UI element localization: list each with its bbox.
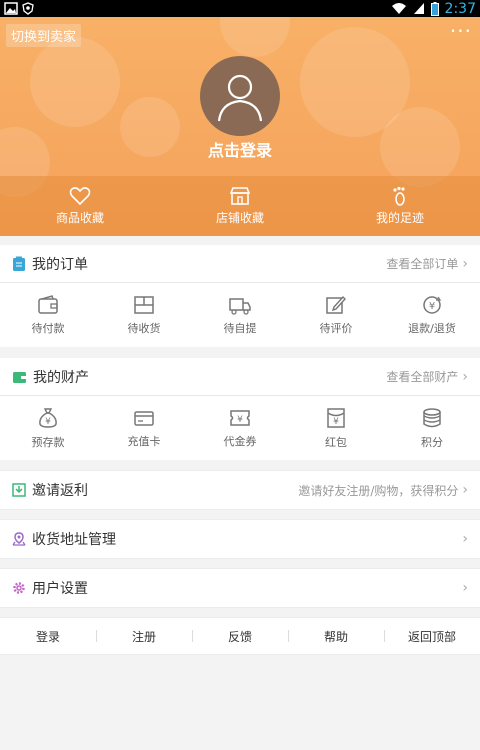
- user-silhouette-icon: [217, 74, 263, 122]
- order-pending-pickup[interactable]: 待自提: [192, 283, 288, 347]
- store-icon: [229, 187, 251, 205]
- chevron-right-icon: ›: [462, 482, 468, 498]
- tab-label: 我的足迹: [375, 211, 424, 225]
- view-all-orders-link[interactable]: 查看全部订单: [386, 255, 458, 272]
- avatar[interactable]: [200, 56, 280, 136]
- orders-section: 我的订单 查看全部订单 › 待付款 待收货 待自提 待评价 ¥ 退款/退货: [0, 245, 480, 347]
- footer-register-link[interactable]: 注册: [96, 628, 192, 645]
- coins-icon: [423, 407, 441, 427]
- asset-prepaid-deposit[interactable]: ¥ 预存款: [0, 396, 96, 460]
- refund-icon: ¥: [423, 295, 442, 314]
- login-prompt[interactable]: 点击登录: [0, 137, 480, 161]
- edit-icon: [326, 295, 346, 314]
- svg-text:¥: ¥: [333, 417, 339, 427]
- moneybag-icon: ¥: [39, 407, 57, 428]
- chevron-right-icon: ›: [462, 255, 468, 272]
- header-shortcut-bar: 商品收藏 店铺收藏 我的足迹: [0, 176, 480, 236]
- order-status-label: 待收货: [127, 321, 161, 335]
- location-map-icon: [12, 532, 26, 546]
- shield-notification-icon: [22, 2, 34, 15]
- wallet-green-icon: [13, 371, 26, 383]
- settings-title: 用户设置: [32, 581, 88, 597]
- clipboard-icon: [13, 256, 25, 271]
- order-pending-payment[interactable]: 待付款: [0, 283, 96, 347]
- order-status-label: 退款/退货: [408, 321, 456, 335]
- coupon-icon: ¥: [230, 409, 250, 426]
- chevron-right-icon: ›: [462, 580, 468, 596]
- asset-label: 积分: [421, 435, 443, 449]
- footer-login-link[interactable]: 登录: [0, 628, 96, 645]
- footer-feedback-link[interactable]: 反馈: [192, 628, 288, 645]
- order-status-label: 待评价: [319, 321, 353, 335]
- orders-title: 我的订单: [32, 256, 88, 273]
- chevron-right-icon: ›: [462, 368, 468, 385]
- order-status-label: 待自提: [223, 321, 257, 335]
- invite-title: 邀请返利: [32, 483, 88, 499]
- invite-gift-icon: [12, 483, 26, 497]
- order-status-label: 待付款: [31, 321, 65, 335]
- order-refund-return[interactable]: ¥ 退款/退货: [384, 283, 480, 347]
- invite-rebate-row[interactable]: 邀请返利 邀请好友注册/购物，获得积分 ›: [0, 470, 480, 510]
- chevron-right-icon: ›: [462, 531, 468, 547]
- assets-row: ¥ 预存款 充值卡 ¥ 代金券 ¥ 红包 积分: [0, 396, 480, 460]
- tab-store-favorites[interactable]: 店铺收藏: [160, 176, 320, 236]
- redpacket-icon: ¥: [327, 407, 345, 428]
- footer-help-link[interactable]: 帮助: [288, 628, 384, 645]
- address-management-row[interactable]: 收货地址管理 ›: [0, 519, 480, 559]
- wallet-icon: [38, 294, 58, 314]
- asset-label: 红包: [325, 435, 347, 449]
- gear-icon: [13, 582, 25, 594]
- assets-header[interactable]: 我的财产 查看全部财产 ›: [0, 358, 480, 396]
- switch-to-seller-button[interactable]: 切换到卖家: [6, 24, 82, 47]
- footer-back-to-top-link[interactable]: 返回顶部: [384, 628, 480, 645]
- order-pending-receipt[interactable]: 待收货: [96, 283, 192, 347]
- wifi-icon: [391, 3, 406, 14]
- orders-status-row: 待付款 待收货 待自提 待评价 ¥ 退款/退货: [0, 283, 480, 347]
- truck-icon: [229, 297, 251, 315]
- asset-label: 充值卡: [127, 434, 161, 448]
- heart-icon: [69, 187, 91, 206]
- battery-icon: [430, 1, 439, 16]
- asset-points[interactable]: 积分: [384, 396, 480, 460]
- order-pending-review[interactable]: 待评价: [288, 283, 384, 347]
- orders-header[interactable]: 我的订单 查看全部订单 ›: [0, 245, 480, 283]
- box-icon: [134, 295, 154, 314]
- footprint-icon: [393, 186, 405, 206]
- invite-hint: 邀请好友注册/购物，获得积分: [298, 483, 459, 498]
- image-notification-icon: [4, 2, 18, 15]
- clock: 2:37: [444, 0, 476, 17]
- tab-label: 商品收藏: [55, 211, 104, 225]
- profile-header: 切换到卖家 ··· 点击登录 商品收藏 店铺收藏 我的足迹: [0, 17, 480, 236]
- svg-text:¥: ¥: [237, 415, 243, 425]
- view-all-assets-link[interactable]: 查看全部财产: [386, 368, 458, 385]
- more-menu-button[interactable]: ···: [450, 19, 472, 43]
- svg-text:¥: ¥: [429, 301, 435, 312]
- footer-links: 登录 注册 反馈 帮助 返回顶部: [0, 617, 480, 655]
- user-settings-row[interactable]: 用户设置 ›: [0, 568, 480, 608]
- address-title: 收货地址管理: [32, 532, 116, 548]
- tab-label: 店铺收藏: [215, 211, 264, 225]
- signal-icon: [413, 3, 424, 14]
- status-bar: 2:37: [0, 0, 480, 17]
- asset-recharge-card[interactable]: 充值卡: [96, 396, 192, 460]
- card-icon: [134, 410, 154, 426]
- asset-voucher[interactable]: ¥ 代金券: [192, 396, 288, 460]
- asset-label: 代金券: [223, 434, 257, 448]
- assets-section: 我的财产 查看全部财产 › ¥ 预存款 充值卡 ¥ 代金券 ¥ 红包 积分: [0, 358, 480, 460]
- asset-red-packet[interactable]: ¥ 红包: [288, 396, 384, 460]
- asset-label: 预存款: [31, 435, 65, 449]
- svg-text:¥: ¥: [45, 417, 51, 427]
- assets-title: 我的财产: [33, 369, 89, 386]
- tab-my-footprints[interactable]: 我的足迹: [320, 176, 480, 236]
- tab-product-favorites[interactable]: 商品收藏: [0, 176, 160, 236]
